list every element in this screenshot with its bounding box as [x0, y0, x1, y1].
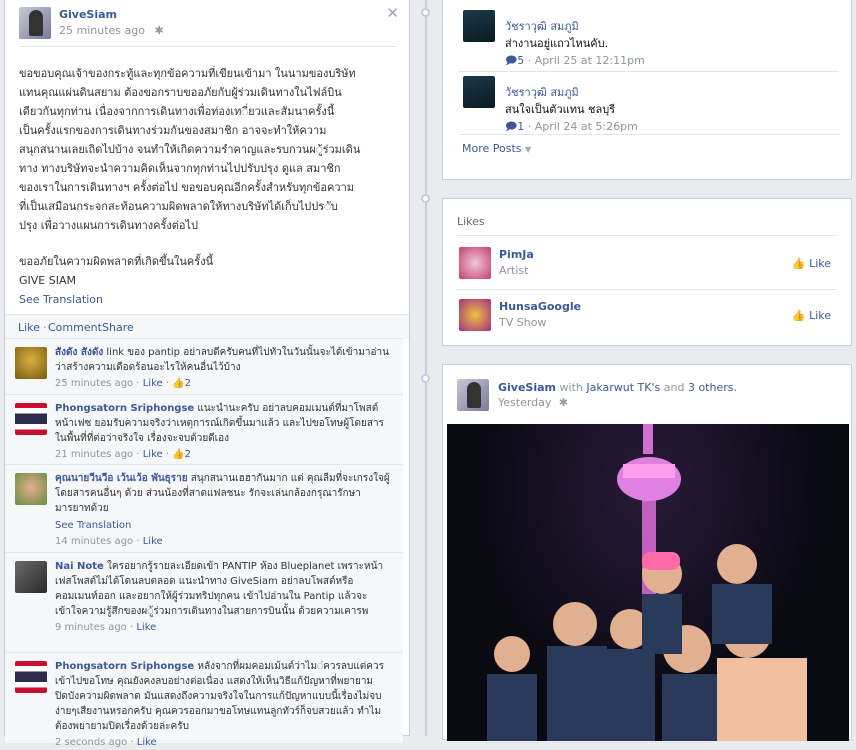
- post-body-line: ปรุง เพื่อวางแผนการเดินทางครั้งต่อไป: [19, 219, 199, 232]
- comment-time[interactable]: April 24 at 5:26pm: [535, 120, 638, 133]
- commenter-avatar[interactable]: [15, 561, 47, 593]
- comment-like-count[interactable]: 👍2: [172, 449, 191, 460]
- thumb-icon: 👍: [791, 257, 806, 270]
- liked-page-category: TV Show: [499, 316, 547, 329]
- page-like-button[interactable]: 👍 Like: [792, 257, 831, 270]
- comment-item: สังดัง สังดัง link ของ pantip อย่าลบดีคร…: [5, 338, 403, 395]
- comment-text: สนใจเป็นตัวแทน ชลบุรี: [505, 103, 616, 116]
- liked-page-avatar[interactable]: [459, 247, 491, 279]
- reply-count[interactable]: 5: [517, 54, 524, 67]
- timeline-dot: [421, 194, 430, 203]
- post-body-line: แทนคุณแผ่นดินสยาม ต้องขอกราบขออภัยกับผู้…: [19, 86, 342, 99]
- comment-item: Nai Note ใครอยากรู้รายละเอียดเข้า PANTIP…: [5, 552, 403, 653]
- timeline-line: [425, 0, 427, 736]
- comment-like-link[interactable]: Like: [137, 737, 157, 748]
- commenter-avatar[interactable]: [15, 403, 47, 435]
- page-like-button[interactable]: 👍 Like: [792, 309, 831, 322]
- page-avatar[interactable]: [19, 7, 51, 39]
- comment-item: Phongsatorn Sriphongse แนะนำนะครับ อย่าล…: [5, 394, 403, 465]
- commenter-name[interactable]: วัชราวุฒิ สมภูมิ: [505, 18, 645, 35]
- post-body-line: ขอขอบคุณเจ้าของกระทู้และทุกข้อความที่เขี…: [19, 67, 356, 80]
- comment-like-link[interactable]: Like: [136, 622, 156, 633]
- post-actions: Like · Comment · Share: [5, 314, 409, 339]
- comment-bubble-icon: 🗩: [505, 54, 518, 67]
- comment-like-link[interactable]: Like: [143, 536, 163, 547]
- post-signature: GIVE SIAM: [19, 274, 76, 287]
- comment-like-link[interactable]: Like: [143, 449, 163, 460]
- commenter-name[interactable]: วัชราวุฒิ สมภูมิ: [505, 84, 638, 101]
- commenter-name[interactable]: สังดัง สังดัง: [55, 347, 103, 358]
- thumb-icon: 👍: [172, 449, 185, 460]
- close-icon[interactable]: ✕: [386, 4, 399, 22]
- comment-item: Phongsatorn Sriphongse หลังจากที่ผมคอมเม…: [5, 652, 403, 748]
- likes-title: Likes: [457, 215, 485, 228]
- timeline-dot: [421, 8, 430, 17]
- commenter-avatar[interactable]: [15, 661, 47, 693]
- post-body: ขอขอบคุณเจ้าของกระทู้และทุกข้อความที่เขี…: [19, 64, 401, 309]
- commenter-avatar[interactable]: [15, 473, 47, 505]
- tagged-person-link[interactable]: Jakarwut TK's: [586, 381, 660, 394]
- page-name[interactable]: GiveSiam: [59, 8, 164, 21]
- photo-post-card: GiveSiam with Jakarwut TK's and 3 others…: [442, 364, 852, 741]
- commenter-name[interactable]: Phongsatorn Sriphongse: [55, 403, 194, 414]
- comment-text: link ของ pantip อย่าลบดีครับคนที่ไปทัวใน…: [55, 347, 389, 373]
- others-link[interactable]: 3 others.: [688, 381, 737, 394]
- commenter-avatar[interactable]: [463, 76, 495, 108]
- post-body-line: สนุกสนานเลยเถิดไปบ้าง จนทำให้เกิดความรำค…: [19, 143, 361, 156]
- comment-text: ส่างานอยู่แถวไหนคับ.: [505, 37, 609, 50]
- post-body-line: เดียวกันทุกท่าน เนื่องจากการเดินทางเพื่อ…: [19, 105, 335, 118]
- page-avatar[interactable]: [457, 379, 489, 411]
- liked-page-avatar[interactable]: [459, 299, 491, 331]
- post-time[interactable]: Yesterday: [498, 396, 551, 409]
- commenter-avatar[interactable]: [15, 347, 47, 379]
- thumb-icon: 👍: [791, 309, 806, 322]
- see-translation-link[interactable]: See Translation: [19, 290, 401, 309]
- comment-like-count[interactable]: 👍2: [172, 378, 191, 389]
- with-text: with: [559, 381, 583, 394]
- group-photo-illustration: [487, 424, 807, 741]
- comment-time[interactable]: 2 seconds ago: [55, 737, 127, 748]
- timeline-dot: [421, 374, 430, 383]
- share-link[interactable]: Share: [102, 321, 134, 334]
- liked-page-name[interactable]: PimJa: [499, 247, 534, 263]
- comment-link[interactable]: Comment: [48, 321, 102, 334]
- settings-gear-icon[interactable]: ✱: [154, 24, 163, 37]
- commenter-name[interactable]: คุณนายวีนวีอ เว้นเว้อ พันธุราย: [55, 473, 188, 484]
- comment-time[interactable]: 9 minutes ago: [55, 622, 127, 633]
- post-body-line: ที่เป็นเสมือนกระจกสะท้อนความผิดพลาดให้ทา…: [19, 200, 338, 213]
- more-posts-link[interactable]: More Posts: [462, 142, 522, 155]
- reply-count[interactable]: 1: [517, 120, 524, 133]
- commenter-name[interactable]: Phongsatorn Sriphongse: [55, 661, 194, 672]
- liked-page-category: Artist: [499, 264, 529, 277]
- recent-posts-card: วัชราวุฒิ สมภูมิ ส่างานอยู่แถวไหนคับ. 🗩5…: [442, 0, 852, 180]
- comment-text: ใครอยากรู้รายละเอียดเข้า PANTIP ห้อง Blu…: [55, 561, 384, 617]
- liked-page-name[interactable]: HunsaGoogle: [499, 299, 581, 315]
- post-apology: ขออภัยในความผิดพลาดที่เกิดขึ้นในครั้งนี้: [19, 255, 214, 268]
- comment-time[interactable]: April 25 at 12:11pm: [535, 54, 645, 67]
- post-time[interactable]: 25 minutes ago: [59, 24, 145, 37]
- post-body-line: ของเราในการเดินทางฯ ครั้งต่อไป ขอขอบคุณอ…: [19, 181, 355, 194]
- comment-item: คุณนายวีนวีอ เว้นเว้อ พันธุราย สนุกสนานเ…: [5, 464, 403, 553]
- commenter-name[interactable]: Nai Note: [55, 561, 104, 572]
- and-text: and: [663, 381, 685, 394]
- post-body-line: เป็นครั้งแรกของการเดินทางร่วมกันของสมาชิ…: [19, 124, 327, 137]
- post-body-line: ทาง ทางบริษัทจะนำความคิดเห็นจากทุกท่านไป…: [19, 162, 341, 175]
- comment-like-link[interactable]: Like: [143, 378, 163, 389]
- post-photo[interactable]: [447, 424, 849, 741]
- like-link[interactable]: Like: [18, 321, 40, 334]
- comment-time[interactable]: 14 minutes ago: [55, 536, 133, 547]
- caret-down-icon: ▼: [525, 145, 532, 154]
- comment-bubble-icon: 🗩: [505, 120, 518, 133]
- commenter-avatar[interactable]: [463, 10, 495, 42]
- page-name[interactable]: GiveSiam: [498, 381, 556, 394]
- likes-card: Likes PimJa Artist 👍 Like HunsaGoogle TV…: [442, 198, 852, 346]
- see-translation-link[interactable]: See Translation: [55, 518, 391, 533]
- comment-time[interactable]: 25 minutes ago: [55, 378, 133, 389]
- post-card: GiveSiam 25 minutes ago ✱ ✕ ขอขอบคุณเจ้า…: [4, 0, 410, 748]
- thumb-icon: 👍: [172, 378, 185, 389]
- settings-gear-icon[interactable]: ✱: [559, 396, 568, 409]
- comment-time[interactable]: 21 minutes ago: [55, 449, 133, 460]
